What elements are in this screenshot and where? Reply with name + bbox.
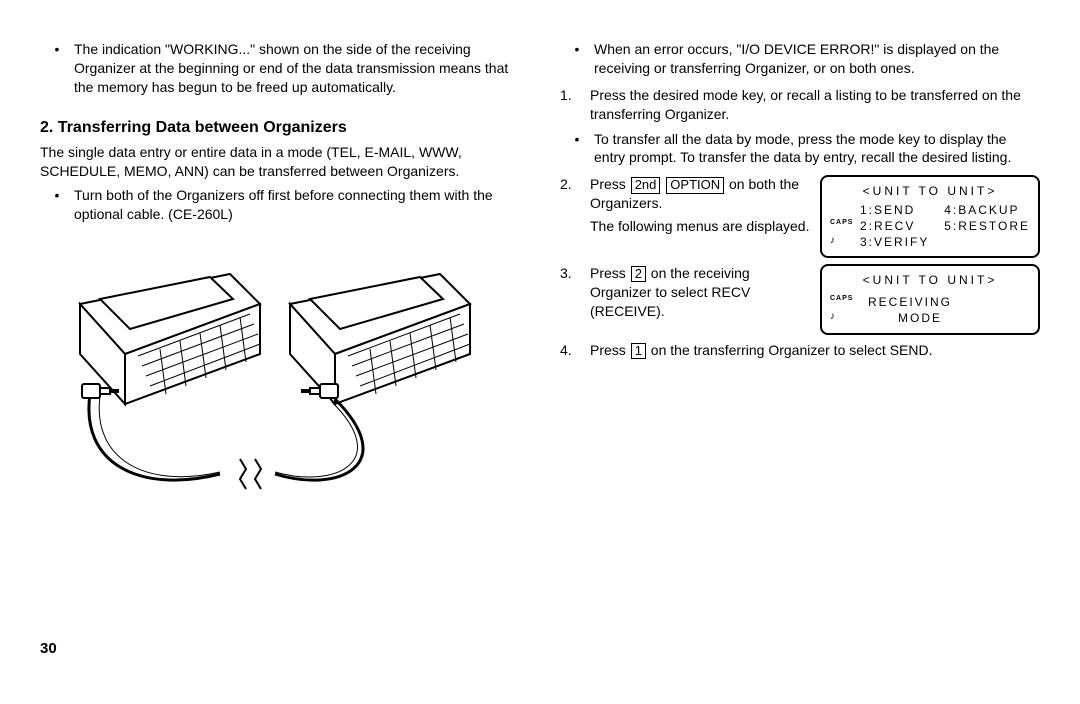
step-1-number: 1. [560, 86, 590, 124]
step-2-number: 2. [560, 175, 590, 258]
lcd-menu-1: <UNIT TO UNIT> 1:SEND 4:BACKUP CAPS 2:RE… [820, 175, 1040, 258]
step-4: 4. Press 1 on the transferring Organizer… [560, 341, 1040, 360]
lcd1-title: <UNIT TO UNIT> [830, 183, 1030, 199]
bullet-marker: • [40, 186, 74, 224]
step-3-number: 3. [560, 264, 590, 335]
bullet-error: • When an error occurs, "I/O DEVICE ERRO… [560, 40, 1040, 78]
keycap-option: OPTION [666, 177, 724, 193]
left-column: • The indication "WORKING..." shown on t… [40, 40, 520, 620]
step-2-sub: The following menus are displayed. [590, 217, 810, 236]
bullet-working-text: The indication "WORKING..." shown on the… [74, 40, 520, 97]
bullet-marker: • [560, 40, 594, 78]
step-4-text: Press 1 on the transferring Organizer to… [590, 341, 1040, 360]
section-title: 2. Transferring Data between Organizers [40, 119, 520, 137]
step-2: 2. Press 2nd OPTION on both the Organize… [560, 175, 1040, 258]
step-3: 3. Press 2 on the receiving Organizer to… [560, 264, 1040, 335]
section-number: 2. [40, 119, 53, 136]
bullet-error-text: When an error occurs, "I/O DEVICE ERROR!… [594, 40, 1040, 78]
lcd2-row1-indicator: CAPS [830, 294, 858, 310]
keycap-1: 1 [631, 343, 646, 359]
organizers-illustration [40, 244, 480, 524]
lcd1-row2-indicator: CAPS [830, 218, 858, 234]
bullet-transfer-all: • To transfer all the data by mode, pres… [560, 130, 1040, 168]
bullet-marker: • [560, 130, 594, 168]
bullet-marker: • [40, 40, 74, 97]
lcd1-row1-a: 1:SEND [860, 202, 942, 218]
right-column: • When an error occurs, "I/O DEVICE ERRO… [560, 40, 1040, 620]
section-title-text: Transferring Data between Organizers [58, 119, 347, 136]
lcd1-row3-indicator: ♪ [830, 234, 858, 250]
keycap-2: 2 [631, 266, 646, 282]
bullet-cable-text: Turn both of the Organizers off first be… [74, 186, 520, 224]
step-3-text: Press 2 on the receiving Organizer to se… [590, 264, 810, 321]
lcd-menu-2: <UNIT TO UNIT> CAPS RECEIVING ♪ MODE [820, 264, 1040, 335]
lcd1-row2-a: 2:RECV [860, 218, 942, 234]
lcd1-row3-a: 3:VERIFY [860, 234, 942, 250]
lcd2-row1-text: RECEIVING [858, 294, 1030, 310]
step-4-post: on the transferring Organizer to select … [647, 342, 933, 358]
lcd2-row2-indicator: ♪ [830, 310, 858, 326]
step-1: 1. Press the desired mode key, or recall… [560, 86, 1040, 124]
bullet-cable: • Turn both of the Organizers off first … [40, 186, 520, 224]
lcd1-row1-indicator [830, 202, 858, 218]
keycap-2nd: 2nd [631, 177, 661, 193]
page-number: 30 [0, 640, 1080, 677]
bullet-working: • The indication "WORKING..." shown on t… [40, 40, 520, 97]
step-4-pre: Press [590, 342, 630, 358]
step-2-text: Press 2nd OPTION on both the Organizers.… [590, 175, 810, 236]
intro-paragraph: The single data entry or entire data in … [40, 143, 520, 181]
lcd1-row3-b [944, 234, 1030, 250]
step-4-number: 4. [560, 341, 590, 360]
step-3-pre: Press [590, 265, 630, 281]
step-2-pre: Press [590, 176, 630, 192]
step-1-text: Press the desired mode key, or recall a … [590, 86, 1040, 124]
bullet-transfer-all-text: To transfer all the data by mode, press … [594, 130, 1040, 168]
lcd2-row2-text: MODE [858, 310, 1030, 326]
organizers-diagram [40, 244, 520, 524]
lcd1-row2-b: 5:RESTORE [944, 218, 1030, 234]
lcd1-row1-b: 4:BACKUP [944, 202, 1030, 218]
lcd2-title: <UNIT TO UNIT> [830, 272, 1030, 288]
